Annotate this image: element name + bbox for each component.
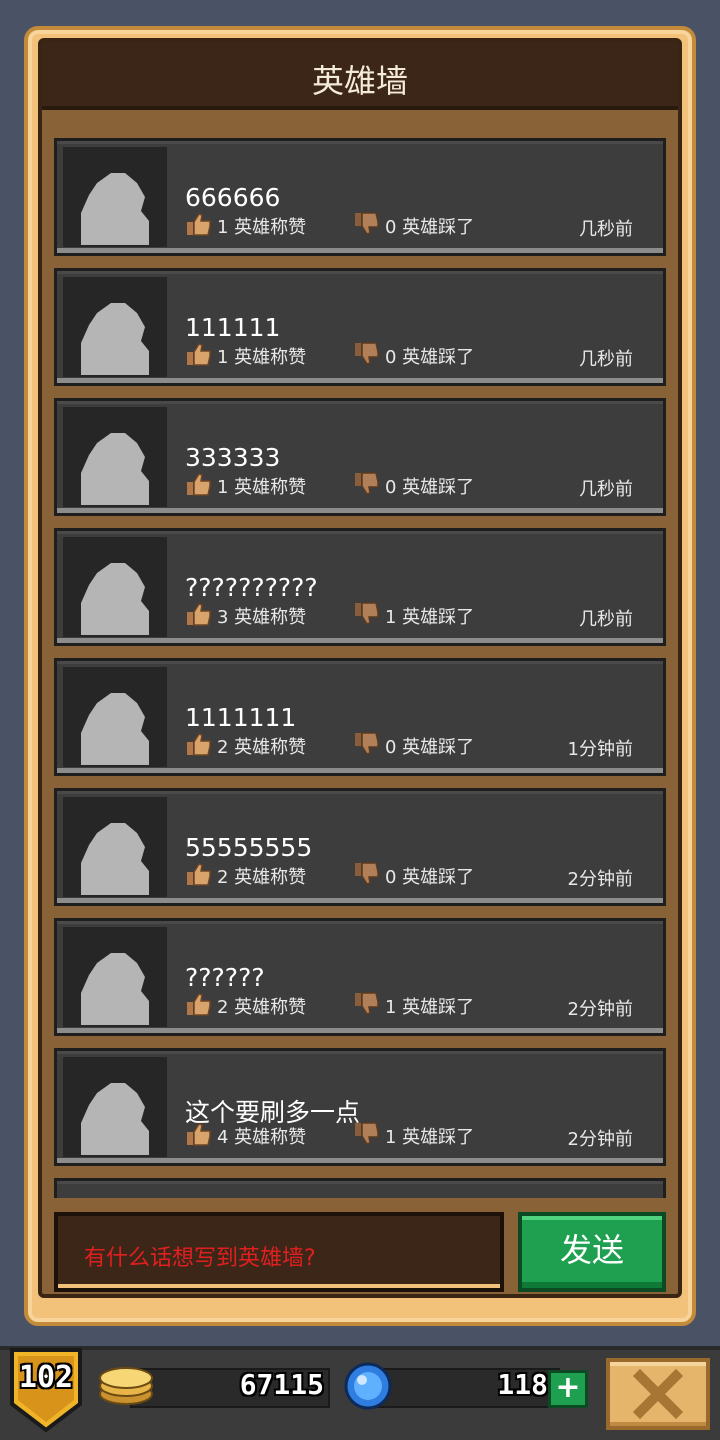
thumbs-down-icon	[353, 341, 381, 372]
post-message: ??????????	[185, 573, 318, 602]
post-time: 2分钟前	[567, 1129, 633, 1150]
add-gems-button[interactable]: +	[548, 1370, 588, 1408]
dislike-button[interactable]: 0 英雄踩了	[353, 731, 475, 762]
thumbs-down-icon	[353, 991, 381, 1022]
thumbs-up-icon	[185, 731, 213, 762]
gem-value: 118	[497, 1368, 548, 1401]
post-time: 2分钟前	[567, 999, 633, 1020]
gem-icon	[344, 1362, 392, 1410]
like-count: 1 英雄称赞	[217, 217, 307, 238]
like-count: 2 英雄称赞	[217, 867, 307, 888]
like-button[interactable]: 1 英雄称赞	[185, 471, 307, 502]
thumbs-down-icon	[353, 861, 381, 892]
dislike-count: 0 英雄踩了	[385, 737, 475, 758]
avatar	[63, 537, 167, 637]
message-input[interactable]: 有什么话想写到英雄墙?	[54, 1212, 504, 1292]
post-time: 2分钟前	[567, 869, 633, 890]
dislike-button[interactable]: 0 英雄踩了	[353, 861, 475, 892]
title-bar: 英雄墙	[42, 42, 678, 110]
like-count: 4 英雄称赞	[217, 1127, 307, 1148]
post-card[interactable]: 666666 1 英雄称赞 0 英雄踩了 几秒前	[54, 138, 666, 256]
post-time: 几秒前	[579, 219, 633, 240]
post-time: 几秒前	[579, 479, 633, 500]
dislike-button[interactable]: 0 英雄踩了	[353, 211, 475, 242]
thumbs-down-icon	[353, 471, 381, 502]
post-card[interactable]: 这个要刷多一点 4 英雄称赞 1 英雄踩了 2分钟前	[54, 1048, 666, 1166]
close-icon	[632, 1368, 684, 1420]
thumbs-down-icon	[353, 601, 381, 632]
like-count: 1 英雄称赞	[217, 347, 307, 368]
avatar	[63, 667, 167, 767]
dislike-count: 1 英雄踩了	[385, 1127, 475, 1148]
coin-value: 67115	[239, 1368, 324, 1401]
dislike-count: 0 英雄踩了	[385, 217, 475, 238]
send-button[interactable]: 发送	[518, 1212, 666, 1292]
post-message: 333333	[185, 443, 281, 472]
dislike-count: 0 英雄踩了	[385, 347, 475, 368]
avatar	[63, 407, 167, 507]
post-card[interactable]: ?????????? 3 英雄称赞 1 英雄踩了 几秒前	[54, 528, 666, 646]
post-time: 几秒前	[579, 349, 633, 370]
like-button[interactable]: 2 英雄称赞	[185, 861, 307, 892]
like-button[interactable]: 3 英雄称赞	[185, 601, 307, 632]
post-card[interactable]: 55555555 2 英雄称赞 0 英雄踩了 2分钟前	[54, 788, 666, 906]
avatar	[63, 1057, 167, 1157]
level-value: 102	[18, 1360, 74, 1395]
avatar	[63, 797, 167, 897]
dislike-button[interactable]: 1 英雄踩了	[353, 991, 475, 1022]
like-count: 2 英雄称赞	[217, 997, 307, 1018]
like-count: 2 英雄称赞	[217, 737, 307, 758]
like-button[interactable]: 1 英雄称赞	[185, 341, 307, 372]
post-card[interactable]: 1111111 2 英雄称赞 0 英雄踩了 1分钟前	[54, 658, 666, 776]
close-button[interactable]	[606, 1358, 710, 1430]
thumbs-up-icon	[185, 211, 213, 242]
post-list[interactable]: 666666 1 英雄称赞 0 英雄踩了 几秒前 111111 1 英雄称赞 0 英雄踩了几…	[54, 138, 666, 1198]
dislike-button[interactable]: 1 英雄踩了	[353, 1121, 475, 1152]
dislike-count: 0 英雄踩了	[385, 867, 475, 888]
thumbs-down-icon	[353, 731, 381, 762]
thumbs-down-icon	[353, 1121, 381, 1152]
thumbs-down-icon	[353, 211, 381, 242]
avatar	[63, 147, 167, 247]
post-card[interactable]: 111111 1 英雄称赞 0 英雄踩了 几秒前	[54, 268, 666, 386]
avatar	[63, 927, 167, 1027]
post-message: 666666	[185, 183, 281, 212]
dislike-count: 1 英雄踩了	[385, 997, 475, 1018]
dislike-count: 0 英雄踩了	[385, 477, 475, 498]
page-title: 英雄墙	[311, 62, 408, 100]
like-button[interactable]: 4 英雄称赞	[185, 1121, 307, 1152]
like-button[interactable]: 2 英雄称赞	[185, 731, 307, 762]
post-card[interactable]: ?????? 2 英雄称赞 1 英雄踩了 2分钟前	[54, 918, 666, 1036]
dislike-button[interactable]: 0 英雄踩了	[353, 341, 475, 372]
like-button[interactable]: 1 英雄称赞	[185, 211, 307, 242]
dislike-button[interactable]: 0 英雄踩了	[353, 471, 475, 502]
thumbs-up-icon	[185, 861, 213, 892]
thumbs-up-icon	[185, 471, 213, 502]
dislike-count: 1 英雄踩了	[385, 607, 475, 628]
post-message: 111111	[185, 313, 281, 342]
post-message: 1111111	[185, 703, 297, 732]
post-time: 几秒前	[579, 609, 633, 630]
avatar	[63, 277, 167, 377]
dislike-button[interactable]: 1 英雄踩了	[353, 601, 475, 632]
coin-stack-icon	[99, 1367, 153, 1405]
like-count: 3 英雄称赞	[217, 607, 307, 628]
post-message: ??????	[185, 963, 265, 992]
like-button[interactable]: 2 英雄称赞	[185, 991, 307, 1022]
message-input-placeholder: 有什么话想写到英雄墙?	[84, 1246, 316, 1271]
thumbs-up-icon	[185, 341, 213, 372]
post-time: 1分钟前	[567, 739, 633, 760]
thumbs-up-icon	[185, 601, 213, 632]
thumbs-up-icon	[185, 991, 213, 1022]
thumbs-up-icon	[185, 1121, 213, 1152]
post-card[interactable]: 333333 1 英雄称赞 0 英雄踩了 几秒前	[54, 398, 666, 516]
post-card-partial	[54, 1178, 666, 1198]
like-count: 1 英雄称赞	[217, 477, 307, 498]
post-message: 55555555	[185, 833, 313, 862]
